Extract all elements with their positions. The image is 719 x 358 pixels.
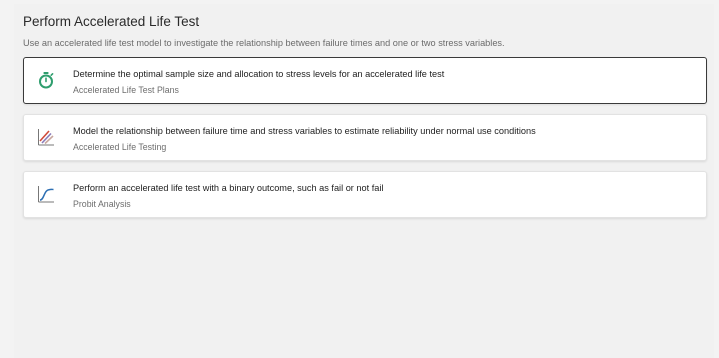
page-title: Perform Accelerated Life Test <box>23 14 200 29</box>
option-card-alt-testing[interactable]: Model the relationship between failure t… <box>23 114 707 161</box>
option-title: Model the relationship between failure t… <box>73 126 536 136</box>
option-title: Perform an accelerated life test with a … <box>73 183 384 193</box>
option-card-probit-analysis[interactable]: Perform an accelerated life test with a … <box>23 171 707 218</box>
option-subtitle: Probit Analysis <box>73 199 131 209</box>
page-subtitle: Use an accelerated life test model to in… <box>23 38 505 48</box>
option-card-alt-test-plans[interactable]: Determine the optimal sample size and al… <box>23 57 707 104</box>
option-subtitle: Accelerated Life Test Plans <box>73 85 179 95</box>
stress-lines-icon <box>37 128 55 146</box>
option-subtitle: Accelerated Life Testing <box>73 142 167 152</box>
stopwatch-icon <box>37 71 55 89</box>
probit-curve-icon <box>37 185 55 203</box>
main-panel: Perform Accelerated Life Test Use an acc… <box>14 4 714 358</box>
option-title: Determine the optimal sample size and al… <box>73 69 445 79</box>
